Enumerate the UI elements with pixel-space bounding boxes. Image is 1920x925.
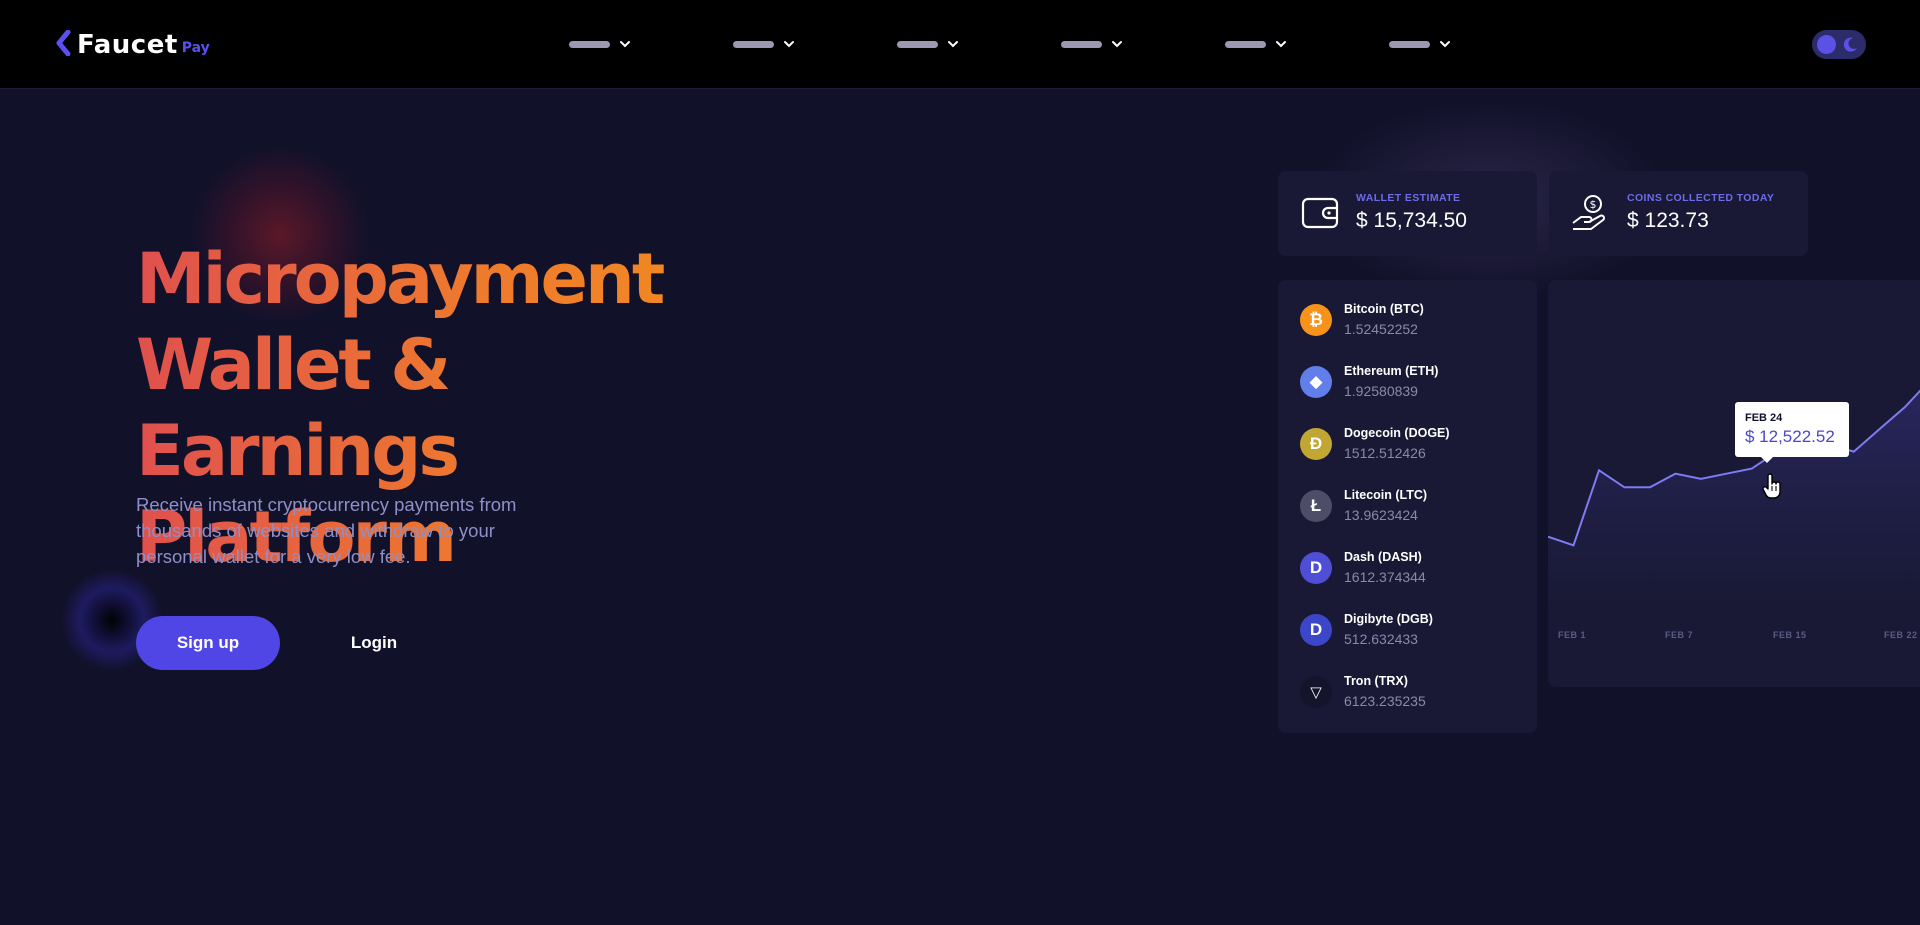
coin-name: Digibyte (DGB) [1344, 612, 1433, 626]
coins-collected-value: $ 123.73 [1627, 209, 1709, 232]
nav-item-label-placeholder [1389, 40, 1430, 48]
litecoin-icon: Ł [1300, 490, 1332, 522]
hero-title-line-1: Micropayment [136, 238, 663, 320]
nav-item-1[interactable] [569, 34, 733, 54]
hand-pointer-icon [1762, 473, 1781, 499]
chevron-down-icon [1440, 41, 1450, 48]
signup-button[interactable]: Sign up [136, 616, 280, 670]
theme-toggle[interactable] [1812, 30, 1866, 59]
nav-item-2[interactable] [733, 34, 897, 54]
coin-name: Bitcoin (BTC) [1344, 302, 1424, 316]
coin-amount: 13.9623424 [1344, 507, 1418, 523]
chart-tooltip: FEB 24 $ 12,522.52 [1735, 402, 1849, 463]
chevron-down-icon [784, 41, 794, 48]
dash-icon: D [1300, 552, 1332, 584]
coin-amount: 1512.512426 [1344, 445, 1426, 461]
coin-amount: 1612.374344 [1344, 569, 1426, 585]
wallet-icon [1301, 197, 1339, 229]
coin-amount: 1.52452252 [1344, 321, 1418, 337]
coin-name: Dash (DASH) [1344, 550, 1422, 564]
ethereum-icon: ◆ [1300, 366, 1332, 398]
svg-text:$: $ [1590, 198, 1597, 211]
logo-text: Faucet [77, 30, 178, 60]
nav-item-4[interactable] [1061, 34, 1225, 54]
hand-coin-icon: $ [1572, 195, 1605, 230]
coin-row-eth[interactable]: ◆ Ethereum (ETH) 1.92580839 [1300, 362, 1530, 402]
nav-item-label-placeholder [569, 40, 610, 48]
faucet-logo-icon [56, 30, 71, 56]
login-button[interactable]: Login [330, 616, 418, 670]
chevron-down-icon [948, 41, 958, 48]
nav-item-6[interactable] [1389, 34, 1553, 54]
coin-row-btc[interactable]: ₿ Bitcoin (BTC) 1.52452252 [1300, 300, 1530, 340]
hero-title-line-2: Wallet & Earnings [136, 324, 458, 492]
coin-row-doge[interactable]: Ð Dogecoin (DOGE) 1512.512426 [1300, 424, 1530, 464]
coin-row-ltc[interactable]: Ł Litecoin (LTC) 13.9623424 [1300, 486, 1530, 526]
chevron-down-icon [1112, 41, 1122, 48]
tooltip-date: FEB 24 [1745, 412, 1783, 424]
coin-name: Tron (TRX) [1344, 674, 1408, 688]
coin-list: ₿ Bitcoin (BTC) 1.52452252 ◆ Ethereum (E… [1278, 280, 1537, 733]
logo-suffix: Pay [181, 40, 210, 56]
coin-name: Dogecoin (DOGE) [1344, 426, 1450, 440]
wallet-estimate-card: WALLET ESTIMATE $ 15,734.50 [1278, 171, 1537, 256]
nav-item-5[interactable] [1225, 34, 1389, 54]
logo[interactable]: Faucet Pay [55, 26, 210, 60]
coin-name: Ethereum (ETH) [1344, 364, 1439, 378]
wallet-estimate-value: $ 15,734.50 [1356, 209, 1467, 232]
main-nav [569, 34, 1553, 54]
digibyte-icon: D [1300, 614, 1332, 646]
site-header: Faucet Pay [0, 0, 1920, 89]
chart-area [1548, 390, 1920, 610]
nav-item-3[interactable] [897, 34, 1061, 54]
coin-row-dgb[interactable]: D Digibyte (DGB) 512.632433 [1300, 610, 1530, 650]
hero-subtitle: Receive instant cryptocurrency payments … [136, 494, 517, 567]
coin-amount: 512.632433 [1344, 631, 1418, 647]
nav-item-label-placeholder [897, 40, 938, 48]
coin-name: Litecoin (LTC) [1344, 488, 1428, 502]
x-tick-label: FEB 22 [1884, 630, 1918, 640]
chart-svg: FEB 1 FEB 7 FEB 15 FEB 22 [1548, 389, 1920, 640]
coins-collected-card: $ COINS COLLECTED TODAY $ 123.73 [1549, 171, 1808, 256]
x-tick-label: FEB 15 [1773, 630, 1807, 640]
coin-amount: 6123.235235 [1344, 693, 1426, 709]
coins-collected-label: COINS COLLECTED TODAY [1627, 192, 1775, 204]
tooltip-value: $ 12,522.52 [1745, 427, 1835, 446]
nav-item-label-placeholder [1225, 40, 1266, 48]
x-tick-label: FEB 7 [1665, 630, 1693, 640]
toggle-knob [1817, 35, 1836, 54]
wallet-estimate-label: WALLET ESTIMATE [1356, 192, 1461, 204]
x-tick-label: FEB 1 [1558, 630, 1586, 640]
tron-icon: ▽ [1300, 676, 1332, 708]
balance-chart: FEB 1 FEB 7 FEB 15 FEB 22 [1548, 280, 1920, 687]
coin-amount: 1.92580839 [1344, 383, 1418, 399]
coin-row-trx[interactable]: ▽ Tron (TRX) 6123.235235 [1300, 672, 1530, 712]
dogecoin-icon: Ð [1300, 428, 1332, 460]
nav-item-label-placeholder [1061, 40, 1102, 48]
chevron-down-icon [620, 41, 630, 48]
moon-icon [1843, 37, 1857, 52]
coin-row-dash[interactable]: D Dash (DASH) 1612.374344 [1300, 548, 1530, 588]
chevron-down-icon [1276, 41, 1286, 48]
nav-item-label-placeholder [733, 40, 774, 48]
bitcoin-icon: ₿ [1300, 304, 1332, 336]
